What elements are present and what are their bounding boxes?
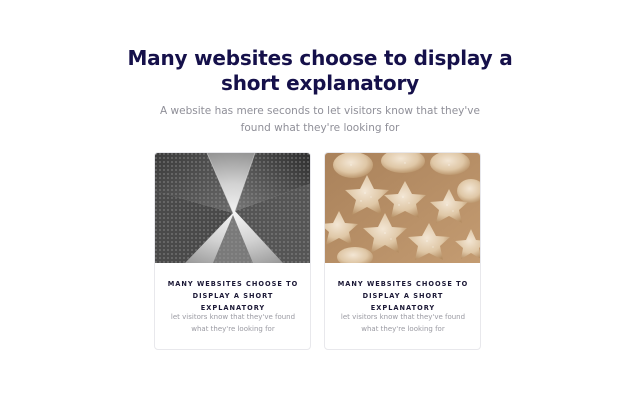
card-description: let visitors know that they've found wha… [340, 313, 466, 333]
section-title: Many websites choose to display a short … [127, 46, 513, 95]
card-title: MANY WEBSITES CHOOSE TO DISPLAY A SHORT … [337, 280, 469, 312]
feature-card[interactable]: MANY WEBSITES CHOOSE TO DISPLAY A SHORT … [154, 152, 311, 350]
features-section: Many websites choose to display a short … [0, 0, 640, 402]
card-title: MANY WEBSITES CHOOSE TO DISPLAY A SHORT … [167, 280, 299, 312]
section-subtitle: A website has mere seconds to let visito… [160, 105, 480, 134]
feature-card[interactable]: MANY WEBSITES CHOOSE TO DISPLAY A SHORT … [324, 152, 481, 350]
card-description: let visitors know that they've found wha… [170, 313, 296, 333]
star-cookies-photo [325, 153, 480, 263]
skyscrapers-photo [155, 153, 310, 263]
